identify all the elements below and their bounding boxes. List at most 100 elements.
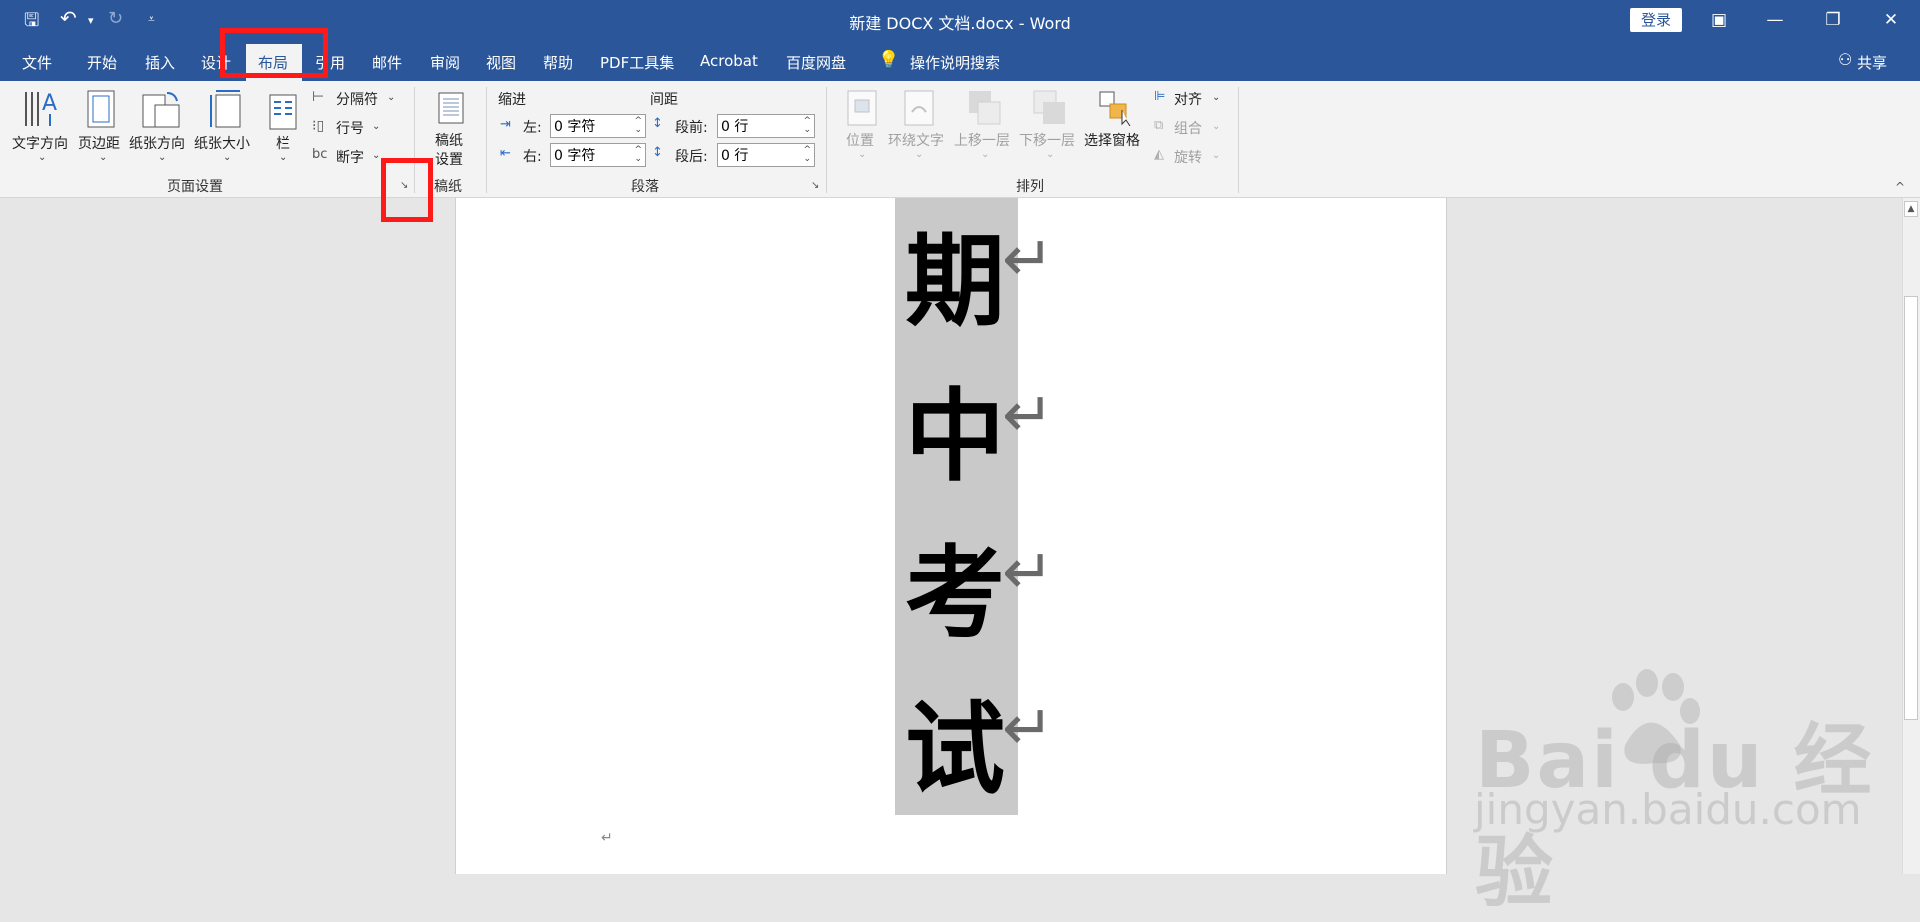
group-objects-icon: ⧉	[1154, 118, 1164, 133]
indent-left-field[interactable]: 0 字符 ^ ⌄	[550, 114, 646, 138]
tab-insert[interactable]: 插入	[145, 52, 175, 73]
text-direction-icon: A	[25, 91, 57, 126]
spin-arrows-icon[interactable]: ^ ⌄	[803, 146, 811, 164]
svg-text:A: A	[42, 91, 57, 116]
tab-mailings[interactable]: 邮件	[372, 52, 402, 73]
indent-right-label: 右:	[523, 149, 542, 165]
send-backward-button[interactable]: 下移一层 ⌄	[1019, 86, 1081, 162]
chevron-down-icon: ⌄	[1212, 121, 1221, 132]
login-button[interactable]: 登录	[1630, 8, 1682, 32]
chevron-down-icon: ⌄	[372, 121, 381, 132]
tell-me-search[interactable]: 操作说明搜索	[910, 52, 1000, 73]
orientation-label: 纸张方向	[129, 136, 185, 152]
spin-arrows-icon[interactable]: ^ ⌄	[634, 146, 642, 164]
group-separator	[486, 87, 487, 193]
scroll-up-icon[interactable]: ▲	[1904, 201, 1918, 217]
rotate-icon: ◭	[1154, 147, 1164, 162]
text-direction-label: 文字方向	[12, 136, 68, 152]
group-separator	[1238, 87, 1239, 193]
paragraph-group-label: 段落	[631, 179, 659, 195]
indent-left-label: 左:	[523, 120, 542, 136]
tab-help[interactable]: 帮助	[543, 52, 573, 73]
chevron-down-icon: ⌄	[279, 152, 288, 163]
spin-arrows-icon[interactable]: ^ ⌄	[803, 117, 811, 135]
person-icon[interactable]: ⚇	[1838, 50, 1852, 69]
annotation-highlight-box	[381, 158, 433, 222]
tab-home[interactable]: 开始	[87, 52, 117, 73]
minimize-icon[interactable]: —	[1750, 4, 1800, 36]
spacing-before-icon: ↕	[652, 116, 663, 131]
document-character[interactable]: 考	[895, 512, 1015, 657]
breaks-label: 分隔符	[336, 92, 378, 108]
paragraph-mark-icon: ↵	[1002, 222, 1054, 295]
tab-pdf-tools[interactable]: PDF工具集	[600, 52, 674, 73]
selection-pane-icon	[1099, 91, 1131, 126]
paragraph-mark-icon: ↵	[1002, 691, 1054, 764]
align-label: 对齐	[1174, 92, 1202, 108]
tab-view[interactable]: 视图	[486, 52, 516, 73]
share-button[interactable]: 共享	[1857, 52, 1887, 73]
wrap-text-label: 环绕文字	[888, 133, 944, 149]
spacing-after-label: 段后:	[675, 149, 708, 165]
page-setup-group-label: 页面设置	[167, 179, 223, 195]
wrap-text-button[interactable]: 环绕文字 ⌄	[888, 86, 950, 162]
text-direction-button[interactable]: A 文字方向 ⌄	[12, 86, 72, 163]
columns-button[interactable]: 栏 ⌄	[264, 86, 302, 163]
paragraph-mark-icon: ↵	[1002, 378, 1054, 451]
line-numbers-icon: ⁝▯	[312, 118, 325, 134]
chevron-down-icon: ⌄	[1046, 149, 1055, 160]
chevron-down-icon: ⌄	[1212, 92, 1221, 103]
spacing-after-field[interactable]: 0 行 ^ ⌄	[717, 143, 815, 167]
spacing-before-value: 0 行	[721, 119, 749, 135]
size-label: 纸张大小	[194, 136, 250, 152]
rotate-button[interactable]: ◭ 旋转 ⌄	[1154, 146, 1226, 168]
close-icon[interactable]: ✕	[1866, 4, 1916, 36]
tab-acrobat[interactable]: Acrobat	[700, 52, 758, 70]
tab-review[interactable]: 审阅	[430, 52, 460, 73]
size-button[interactable]: 纸张大小 ⌄	[194, 86, 258, 163]
indent-left-icon: ⇥	[500, 117, 511, 132]
breaks-icon: ⊢	[312, 89, 325, 105]
manuscript-label-line1: 稿纸	[435, 133, 463, 149]
collapse-ribbon-icon[interactable]: ^	[1895, 180, 1905, 194]
selection-pane-label: 选择窗格	[1084, 133, 1140, 149]
paragraph-dialog-launcher-icon[interactable]: ↘	[811, 180, 819, 191]
document-character[interactable]: 试	[895, 668, 1015, 813]
columns-icon	[269, 94, 297, 130]
position-button[interactable]: 位置 ⌄	[842, 86, 882, 162]
tab-file[interactable]: 文件	[22, 52, 52, 73]
hyphenation-icon: bc	[312, 147, 328, 162]
tab-baidu-netdisk[interactable]: 百度网盘	[786, 52, 846, 73]
scrollbar-thumb[interactable]	[1904, 296, 1918, 720]
indent-right-field[interactable]: 0 字符 ^ ⌄	[550, 143, 646, 167]
position-icon	[847, 90, 877, 126]
spacing-title: 间距	[650, 92, 678, 108]
spin-arrows-icon[interactable]: ^ ⌄	[634, 117, 642, 135]
columns-label: 栏	[276, 136, 290, 152]
spacing-before-label: 段前:	[675, 120, 708, 136]
spacing-before-field[interactable]: 0 行 ^ ⌄	[717, 114, 815, 138]
group-objects-button[interactable]: ⧉ 组合 ⌄	[1154, 117, 1226, 139]
align-button[interactable]: ⊫ 对齐 ⌄	[1154, 88, 1226, 110]
breaks-button[interactable]: ⊢ 分隔符 ⌄	[312, 88, 402, 110]
chevron-down-icon: ⌄	[223, 152, 232, 163]
orientation-button[interactable]: 纸张方向 ⌄	[129, 86, 193, 163]
group-objects-label: 组合	[1174, 121, 1202, 137]
line-numbers-button[interactable]: ⁝▯ 行号 ⌄	[312, 117, 402, 139]
document-character[interactable]: 中	[895, 355, 1015, 500]
manuscript-settings-button[interactable]: 稿纸 设置	[428, 86, 472, 170]
line-numbers-label: 行号	[336, 121, 364, 137]
indent-right-icon: ⇤	[500, 146, 511, 161]
margins-button[interactable]: 页边距 ⌄	[78, 86, 126, 163]
orientation-icon	[142, 92, 180, 128]
rotate-label: 旋转	[1174, 150, 1202, 166]
selection-pane-button[interactable]: 选择窗格	[1084, 86, 1146, 149]
restore-icon[interactable]: ❐	[1808, 4, 1858, 36]
bring-forward-button[interactable]: 上移一层 ⌄	[954, 86, 1016, 162]
manuscript-group-label: 稿纸	[434, 179, 462, 195]
document-character[interactable]: 期	[895, 200, 1015, 345]
send-backward-icon	[1033, 90, 1065, 124]
ribbon-display-options-icon[interactable]: ▣	[1694, 4, 1744, 36]
lightbulb-icon[interactable]: 💡	[878, 50, 899, 70]
chevron-down-icon: ⌄	[387, 92, 396, 103]
